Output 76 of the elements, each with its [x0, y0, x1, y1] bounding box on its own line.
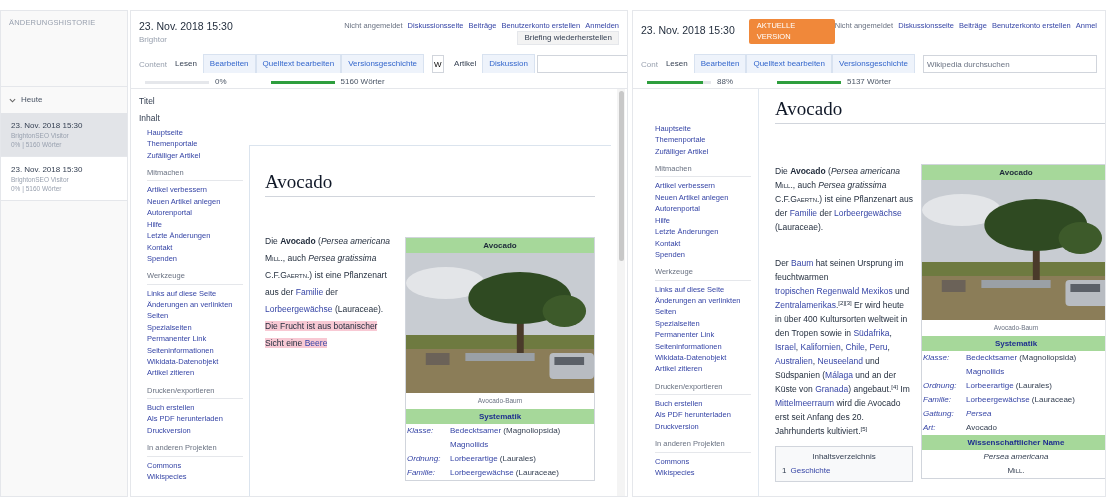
progress-reading: 88% [717, 76, 733, 88]
infobox-value: Lorbeerartige (Laurales) [450, 452, 537, 465]
wiki-link[interactable]: Baum [791, 258, 814, 268]
infobox-value: Bedecktsamer (Magnoliopsida) [450, 424, 562, 437]
wiki-link[interactable]: Málaga [825, 370, 853, 380]
history-group-toggle[interactable]: Heute [1, 87, 127, 113]
wiki-link[interactable]: Lorbeergewächse [265, 304, 333, 314]
page-tab[interactable]: Bearbeiten [202, 54, 256, 73]
revision-author: Brightor [139, 34, 167, 46]
infobox-value: Bedecktsamer (Magnoliopsida) [966, 351, 1078, 364]
wiki-link[interactable]: Lorbeergewächse [834, 208, 902, 218]
wiki-link[interactable]: Kalifornien [800, 342, 841, 352]
infobox-label: Familie: [922, 393, 952, 406]
article-paragraph: Die Avocado (Persea americana Mill., auch Persea gratissima C.F.Gaertn.) ist eine Pflanzenart aus der Familie der Lorbeergewächse (Lauraceae). [775, 165, 913, 234]
infobox-value: Lorbeergewächse (Lauraceae) [966, 393, 1076, 406]
infobox-value: Lorbeergewächse (Lauraceae) [450, 466, 560, 479]
search-field[interactable]: W [432, 55, 445, 73]
infobox-label: Gattung: [922, 407, 955, 420]
wiki-link[interactable]: Magnoliids [450, 439, 489, 449]
article-paragraph: Die Avocado (Persea americana Mill., auch Persea gratissima C.F.Gaertn.) ist eine Pflanzenart aus der Familie der Lorbeergewächse (Lauraceae). Die Frucht ist aus botanischer Sicht eine Beere [265, 235, 391, 350]
page-tab[interactable]: Quelltext bearbeiten [746, 54, 832, 73]
toc-title: Inhaltsverzeichnis [811, 451, 877, 463]
revision-date: 23. Nov. 2018 15:30 [139, 19, 233, 34]
page-tab[interactable]: Quelltext bearbeiten [255, 54, 342, 73]
infobox-label: Ordnung: [406, 452, 442, 465]
toc-number: 1 [782, 465, 787, 477]
revision-date: 23. Nov. 2018 15:30 [641, 23, 735, 39]
wiki-link[interactable]: Zentralamerikas [775, 300, 836, 310]
infobox-title: Avocado [406, 238, 594, 253]
search-field[interactable] [537, 55, 627, 73]
entry-date: 23. Nov. 2018 15:30 [11, 164, 84, 175]
wiki-link[interactable]: Lorbeergewächse [450, 467, 514, 477]
content-label: Content [139, 59, 168, 71]
infobox-label: Klasse: [922, 351, 951, 364]
progress-reading: 5137 Wörter [847, 76, 892, 88]
page-tab[interactable]: Diskussion [482, 54, 535, 73]
wiki-link[interactable]: Mittelmeerraum [775, 398, 835, 408]
search-field[interactable]: Wikipedia durchsuchen [922, 55, 1097, 73]
wiki-link[interactable]: Lorbeerartige [450, 453, 498, 463]
wiki-link[interactable]: tropischen Regenwald Mexikos [775, 286, 893, 296]
infobox-label: Klasse: [406, 424, 435, 437]
infobox-title: Avocado [922, 165, 1105, 180]
wiki-link[interactable]: Lorbeerartige [966, 380, 1014, 390]
infobox-label: Ordnung: [922, 379, 958, 392]
wiki-link[interactable]: Peru [869, 342, 888, 352]
infobox-label: Familie: [406, 466, 436, 479]
nav-heading: Titel [139, 95, 156, 108]
wiki-link[interactable]: Familie [789, 208, 818, 218]
wiki-link[interactable]: Familie [295, 287, 324, 297]
wiki-link[interactable]: Australien [775, 356, 813, 366]
wiki-link[interactable]: Chile [845, 342, 865, 352]
page-tab[interactable]: Versionsgeschichte [832, 54, 915, 73]
progress-reading: 5160 Wörter [340, 76, 385, 88]
nav-heading: Inhalt [139, 112, 161, 125]
wiki-link[interactable]: Magnoliids [966, 366, 1005, 376]
infobox-value: Lorbeerartige (Laurales) [966, 379, 1053, 392]
wiki-link[interactable]: Lorbeergewächse [966, 394, 1030, 404]
article-paragraph: Der Baum hat seinen Ursprung im feuchtwarmen tropischen Regenwald Mexikos und Zentralamerikas.$^{[2][3]}$ Er wird heute in über 400 Kultursorten weltweit in den Tropen sowie in Südafrika, Israel, Kalifornien, Chile, Peru, Australien, Neuseeland und Südspanien (Málaga und an der Küste von Granada) angebaut.$^{[4]}$ Im Mittelmeerraum wird die Avocado erst seit Anfang des 20. Jahrhunderts kultiviert.$^{[5]}$ [775, 257, 911, 438]
page-tab[interactable]: Bearbeiten [693, 54, 747, 73]
page-tab[interactable]: Versionsgeschichte [341, 54, 425, 73]
restore-button[interactable]: Briefing wiederherstellen [517, 31, 619, 45]
entry-date: 23. Nov. 2018 15:30 [11, 120, 84, 131]
wiki-link[interactable]: Persea [966, 408, 992, 418]
wiki-link[interactable]: Bedecktsamer [966, 352, 1018, 362]
toc-link[interactable]: Geschichte [790, 465, 831, 477]
wiki-link[interactable]: Israel [775, 342, 796, 352]
infobox-value: Avocado [966, 421, 998, 434]
progress-reading: 0% [215, 76, 227, 88]
wiki-link[interactable]: Bedecktsamer [450, 425, 502, 435]
wiki-link[interactable]: Beere [304, 338, 328, 348]
wiki-link[interactable]: Neuseeland [817, 356, 863, 366]
infobox-label: Art: [922, 421, 937, 434]
content-label: Cont [641, 59, 658, 71]
scrollbar[interactable] [617, 89, 625, 496]
article-title: Avocado [775, 97, 1105, 124]
article-title: Avocado [265, 170, 595, 197]
